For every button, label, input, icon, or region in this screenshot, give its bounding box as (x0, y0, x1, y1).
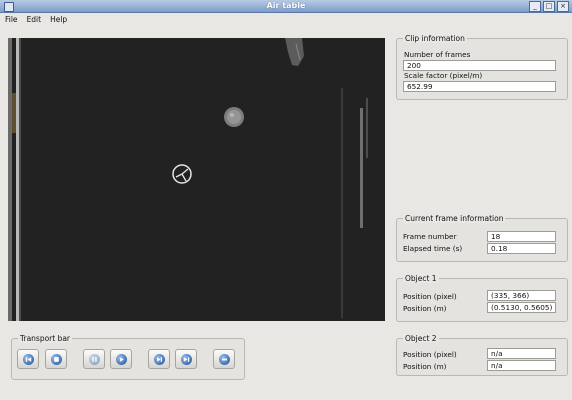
object-2-position-pixel-field[interactable]: n/a (487, 348, 556, 359)
transport-bar-title: Transport bar (18, 334, 73, 343)
scale-factor-field[interactable]: 652.99 (403, 81, 556, 92)
menu-bar: File Edit Help (0, 13, 572, 25)
skip-to-end-icon (180, 353, 192, 365)
video-image (8, 38, 385, 321)
step-back-button[interactable] (45, 349, 67, 369)
number-of-frames-field[interactable]: 200 (403, 60, 556, 71)
object-1-position-m-field[interactable]: (0.5130, 0.5605) (487, 302, 556, 313)
stop-icon (218, 353, 230, 365)
object-2-title: Object 2 (403, 334, 439, 343)
skip-to-start-button[interactable] (17, 349, 39, 369)
step-forward-icon (153, 353, 165, 365)
video-frame[interactable] (8, 38, 385, 321)
play-button[interactable] (110, 349, 132, 369)
maximize-icon[interactable]: □ (543, 1, 555, 12)
clip-information-title: Clip information (403, 34, 467, 43)
close-icon[interactable]: × (557, 1, 569, 12)
window-controls: _ □ × (529, 1, 569, 12)
window-title: Air table (266, 1, 306, 10)
pause-icon (88, 353, 100, 365)
number-of-frames-label: Number of frames (404, 50, 471, 59)
object-2-position-m-label: Position (m) (403, 362, 447, 371)
step-back-icon (50, 353, 62, 365)
play-icon (115, 353, 127, 365)
menu-file[interactable]: File (0, 13, 22, 25)
stop-button[interactable] (213, 349, 235, 369)
skip-to-start-icon (22, 353, 34, 365)
object-2-position-pixel-label: Position (pixel) (403, 350, 457, 359)
menu-edit[interactable]: Edit (22, 13, 46, 25)
object-2-position-m-field[interactable]: n/a (487, 360, 556, 371)
object-1-title: Object 1 (403, 274, 439, 283)
scale-factor-label: Scale factor (pixel/m) (404, 71, 483, 80)
object-1-position-m-label: Position (m) (403, 304, 447, 313)
skip-to-end-button[interactable] (175, 349, 197, 369)
window-title-bar: Air table _ □ × (0, 0, 572, 13)
step-forward-button[interactable] (148, 349, 170, 369)
minimize-icon[interactable]: _ (529, 1, 541, 12)
object-1-position-pixel-label: Position (pixel) (403, 292, 457, 301)
frame-number-label: Frame number (403, 232, 457, 241)
current-frame-title: Current frame information (403, 214, 506, 223)
elapsed-time-field[interactable]: 0.18 (487, 243, 556, 254)
pause-button[interactable] (83, 349, 105, 369)
menu-help[interactable]: Help (45, 13, 71, 25)
object-1-position-pixel-field[interactable]: (335, 366) (487, 290, 556, 301)
frame-number-field[interactable]: 18 (487, 231, 556, 242)
elapsed-time-label: Elapsed time (s) (403, 244, 463, 253)
